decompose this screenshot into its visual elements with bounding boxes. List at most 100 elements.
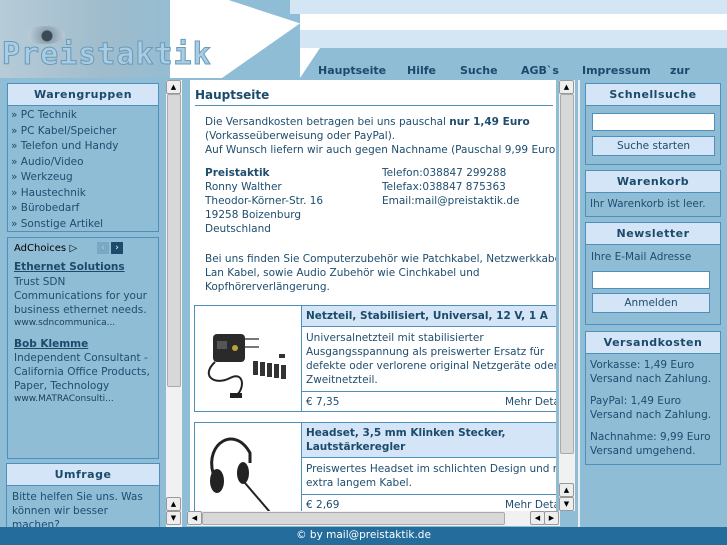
shipping-option: PayPal: 1,49 Euro xyxy=(590,395,682,407)
shipping-option: Vorkasse: 1,49 Euro xyxy=(590,359,695,371)
shipping-option: Nachnahme: 9,99 Euro xyxy=(590,431,711,443)
category-audio-video[interactable]: » Audio/Video xyxy=(8,155,158,171)
shipping-intro: Die Versandkosten betragen bei uns pausc… xyxy=(205,116,450,128)
ad-title-bob-klemme[interactable]: Bob Klemme xyxy=(14,338,152,352)
footer: © by mail@preistaktik.de xyxy=(0,527,727,545)
scroll-up-icon[interactable]: ▲ xyxy=(166,80,181,94)
ad-url[interactable]: www.sdncommunica... xyxy=(14,317,152,330)
product-price: € 7,35 xyxy=(306,396,340,408)
more-details-link[interactable]: Mehr Details xyxy=(505,396,556,408)
logo[interactable]: Preistaktik xyxy=(2,37,212,73)
adchoices-icon[interactable]: ▷ xyxy=(69,243,77,254)
ad-prev-icon[interactable]: ‹ xyxy=(97,242,109,254)
categories-title: Warengruppen xyxy=(8,84,158,106)
scroll-up-icon[interactable]: ▲ xyxy=(559,80,574,94)
product-image[interactable] xyxy=(195,423,302,511)
product-title[interactable]: Headset, 3,5 mm Klinken Stecker, Lautstä… xyxy=(302,423,556,458)
shipping-note: Versand umgehend. xyxy=(590,445,696,457)
subscribe-button[interactable]: Anmelden xyxy=(592,293,710,313)
category-pc-technik[interactable]: » PC Technik xyxy=(8,108,158,124)
scroll-down-icon[interactable]: ▼ xyxy=(166,511,181,525)
newsletter-title: Newsletter xyxy=(586,223,720,245)
categories-box: Warengruppen » PC Technik » PC Kabel/Spe… xyxy=(7,83,159,232)
scroll-left-icon[interactable]: ◀ xyxy=(530,511,545,525)
nav-zur-kasse[interactable]: zur Kasse xyxy=(670,64,727,78)
ad-box: AdChoices ▷ ‹ › Ethernet Solutions Trust… xyxy=(7,237,159,459)
quick-search-box: Schnellsuche Suche starten xyxy=(585,83,721,165)
header: Preistaktik Hauptseite Hilfe Suche AGB`s… xyxy=(0,0,727,78)
scroll-right-icon[interactable]: ▶ xyxy=(544,511,559,525)
search-button[interactable]: Suche starten xyxy=(592,136,715,156)
about-text: Lan Kabel, sowie Audio Zubehör wie Cinch… xyxy=(205,267,480,279)
more-details-link[interactable]: Mehr Details xyxy=(505,499,556,511)
product-card: Headset, 3,5 mm Klinken Stecker, Lautstä… xyxy=(194,422,556,511)
desc-line: defekte oder verlorene original Netzgerä… xyxy=(306,360,556,372)
ad-next-icon[interactable]: › xyxy=(111,242,123,254)
horizontal-scroll-thumb[interactable] xyxy=(202,512,505,525)
desc-line: extra langem Kabel. xyxy=(306,477,412,489)
ad-text: Trust SDN Communications for your busine… xyxy=(14,275,147,316)
quick-search-input[interactable] xyxy=(592,113,715,131)
shipping-costs-box: Versandkosten Vorkasse: 1,49 Euro Versan… xyxy=(585,331,721,465)
product-card: Netzteil, Stabilisiert, Universal, 12 V,… xyxy=(194,305,556,412)
category-werkzeug[interactable]: » Werkzeug xyxy=(8,170,158,186)
left-scroll-thumb[interactable] xyxy=(167,94,181,387)
address-line: 19258 Boizenburg xyxy=(205,209,302,221)
phone: Telefon:038847 299288 xyxy=(382,167,507,179)
ad-title-ethernet[interactable]: Ethernet Solutions xyxy=(14,261,152,275)
header-stripe xyxy=(300,30,727,48)
headset-icon xyxy=(210,437,271,511)
scroll-left-icon[interactable]: ◀ xyxy=(187,511,202,525)
nav-hilfe[interactable]: Hilfe xyxy=(407,64,436,77)
nav-agb[interactable]: AGB`s xyxy=(521,64,559,77)
footer-text[interactable]: © by mail@preistaktik.de xyxy=(296,529,431,541)
cart-status: Ihr Warenkorb ist leer. xyxy=(590,198,706,210)
nav-suche[interactable]: Suche xyxy=(460,64,498,77)
category-pc-kabel[interactable]: » PC Kabel/Speicher xyxy=(8,124,158,140)
fax: Telefax:038847 875363 xyxy=(382,181,506,193)
nav-impressum[interactable]: Impressum xyxy=(582,64,651,77)
main-vertical-scrollbar[interactable]: ▲ ▲ ▼ xyxy=(559,80,575,511)
category-haustechnik[interactable]: » Haustechnik xyxy=(8,186,158,202)
poll-title: Umfrage xyxy=(7,464,159,486)
main-scroll-thumb[interactable] xyxy=(560,94,574,454)
header-stripe xyxy=(290,0,727,14)
address-line: Deutschland xyxy=(205,223,271,235)
nav-hauptseite[interactable]: Hauptseite xyxy=(318,64,386,77)
product-title[interactable]: Netzteil, Stabilisiert, Universal, 12 V,… xyxy=(302,306,556,327)
shipping-costs-title: Versandkosten xyxy=(586,332,720,354)
company-name: Preistaktik xyxy=(205,167,270,179)
ad-text: Independent Consultant - California Offi… xyxy=(14,352,150,392)
ad-url[interactable]: www.MATRAConsulti... xyxy=(14,393,152,406)
scroll-up-icon[interactable]: ▲ xyxy=(559,483,574,497)
shipping-line: (Vorkasseüberweisung oder PayPal). xyxy=(205,130,396,142)
email[interactable]: Email:mail@preistaktik.de xyxy=(382,194,519,208)
category-buerobedarf[interactable]: » Bürobedarf xyxy=(8,201,158,217)
adchoices-label[interactable]: AdChoices xyxy=(14,243,66,254)
newsletter-box: Newsletter Ihre E-Mail Adresse Anmelden xyxy=(585,222,721,325)
page-title: Hauptseite xyxy=(195,88,553,106)
quick-search-title: Schnellsuche xyxy=(586,84,720,106)
cart-box: Warenkorb Ihr Warenkorb ist leer. xyxy=(585,170,721,217)
shipping-price: nur 1,49 Euro xyxy=(449,116,530,128)
left-scrollbar[interactable]: ▲ ▲ ▼ xyxy=(166,80,182,527)
product-desc: Preiswertes Headset im schlichten Design… xyxy=(302,458,556,495)
desc-line: Ausgangsspannung als preiswerter Ersatz … xyxy=(306,346,545,358)
shipping-note: Versand nach Zahlung. xyxy=(590,409,712,421)
product-desc: Universalnetzteil mit stabilisierter Aus… xyxy=(302,327,556,392)
main-horizontal-scrollbar[interactable]: ◀ ◀ ▶ xyxy=(187,511,560,526)
product-price: € 2,69 xyxy=(306,499,340,511)
category-sonstige[interactable]: » Sonstige Artikel xyxy=(8,217,158,233)
shipping-note: Versand nach Zahlung. xyxy=(590,373,712,385)
main-content: Hauptseite Die Versandkosten betragen be… xyxy=(190,80,556,511)
about-text: Kopfhörerverlängerung. xyxy=(205,281,330,293)
category-telefon[interactable]: » Telefon und Handy xyxy=(8,139,158,155)
scroll-down-icon[interactable]: ▼ xyxy=(559,497,574,511)
product-image[interactable] xyxy=(195,306,302,411)
newsletter-label: Ihre E-Mail Adresse xyxy=(591,251,692,263)
power-adapter-icon xyxy=(207,334,286,398)
newsletter-email-input[interactable] xyxy=(592,271,710,289)
desc-line: Universalnetzteil mit stabilisierter xyxy=(306,332,484,344)
desc-line: Zweitnetzteil. xyxy=(306,374,378,386)
scroll-up-icon[interactable]: ▲ xyxy=(166,497,181,511)
